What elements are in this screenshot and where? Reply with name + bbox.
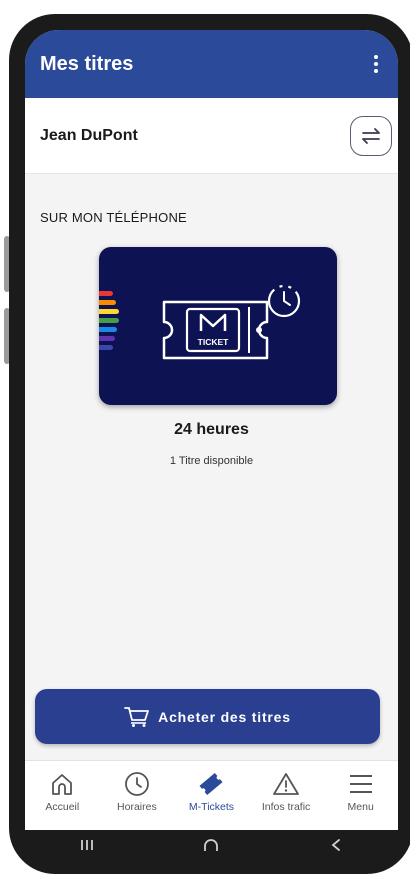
home-icon: [52, 774, 73, 795]
bottom-navigation: Accueil Horaires M-Tickets Infos trafic …: [25, 760, 398, 830]
section-label: SUR MON TÉLÉPHONE: [40, 210, 187, 225]
nav-item-horaires[interactable]: Horaires: [100, 761, 174, 813]
nav-item-menu[interactable]: Menu: [324, 761, 398, 813]
ticket-card[interactable]: TICKET: [99, 247, 337, 405]
menu-icon: [349, 775, 372, 793]
nav-label-infos-trafic: Infos trafic: [261, 801, 311, 813]
clock-icon: [124, 772, 149, 796]
nav-label-m-tickets: M-Tickets: [188, 801, 235, 813]
more-options-icon[interactable]: [366, 50, 386, 78]
ticket-name: 24 heures: [174, 421, 249, 438]
app-bar: Mes titres: [25, 30, 398, 98]
swap-icon: [362, 127, 380, 144]
nav-label-horaires: Horaires: [117, 801, 157, 813]
nav-label-menu: Menu: [347, 801, 374, 813]
recent-apps-icon[interactable]: [77, 838, 97, 852]
buy-tickets-label: Acheter des titres: [158, 708, 291, 725]
nav-item-accueil[interactable]: Accueil: [25, 761, 99, 813]
warning-icon: [273, 773, 299, 795]
ticket-availability: 1 Titre disponible: [169, 455, 254, 467]
home-button-icon[interactable]: [201, 838, 221, 852]
nav-item-infos-trafic[interactable]: Infos trafic: [249, 761, 323, 813]
back-icon[interactable]: [326, 838, 346, 852]
cart-icon: [124, 706, 150, 727]
system-navigation-bar: [25, 830, 398, 859]
user-name: Jean DuPont: [40, 126, 138, 144]
buy-tickets-button[interactable]: Acheter des titres: [35, 689, 380, 744]
ticket-icon: [199, 772, 224, 796]
app-screen: Mes titres Jean DuPont SUR MON TÉLÉPHONE…: [25, 30, 398, 830]
ticket-illustration: TICKET: [162, 284, 301, 360]
svg-text:TICKET: TICKET: [198, 337, 230, 347]
nav-item-m-tickets[interactable]: M-Tickets: [174, 761, 248, 813]
user-row: Jean DuPont: [25, 98, 398, 174]
page-title: Mes titres: [40, 52, 134, 75]
switch-account-button[interactable]: [350, 115, 392, 156]
nav-label-accueil: Accueil: [45, 801, 80, 813]
